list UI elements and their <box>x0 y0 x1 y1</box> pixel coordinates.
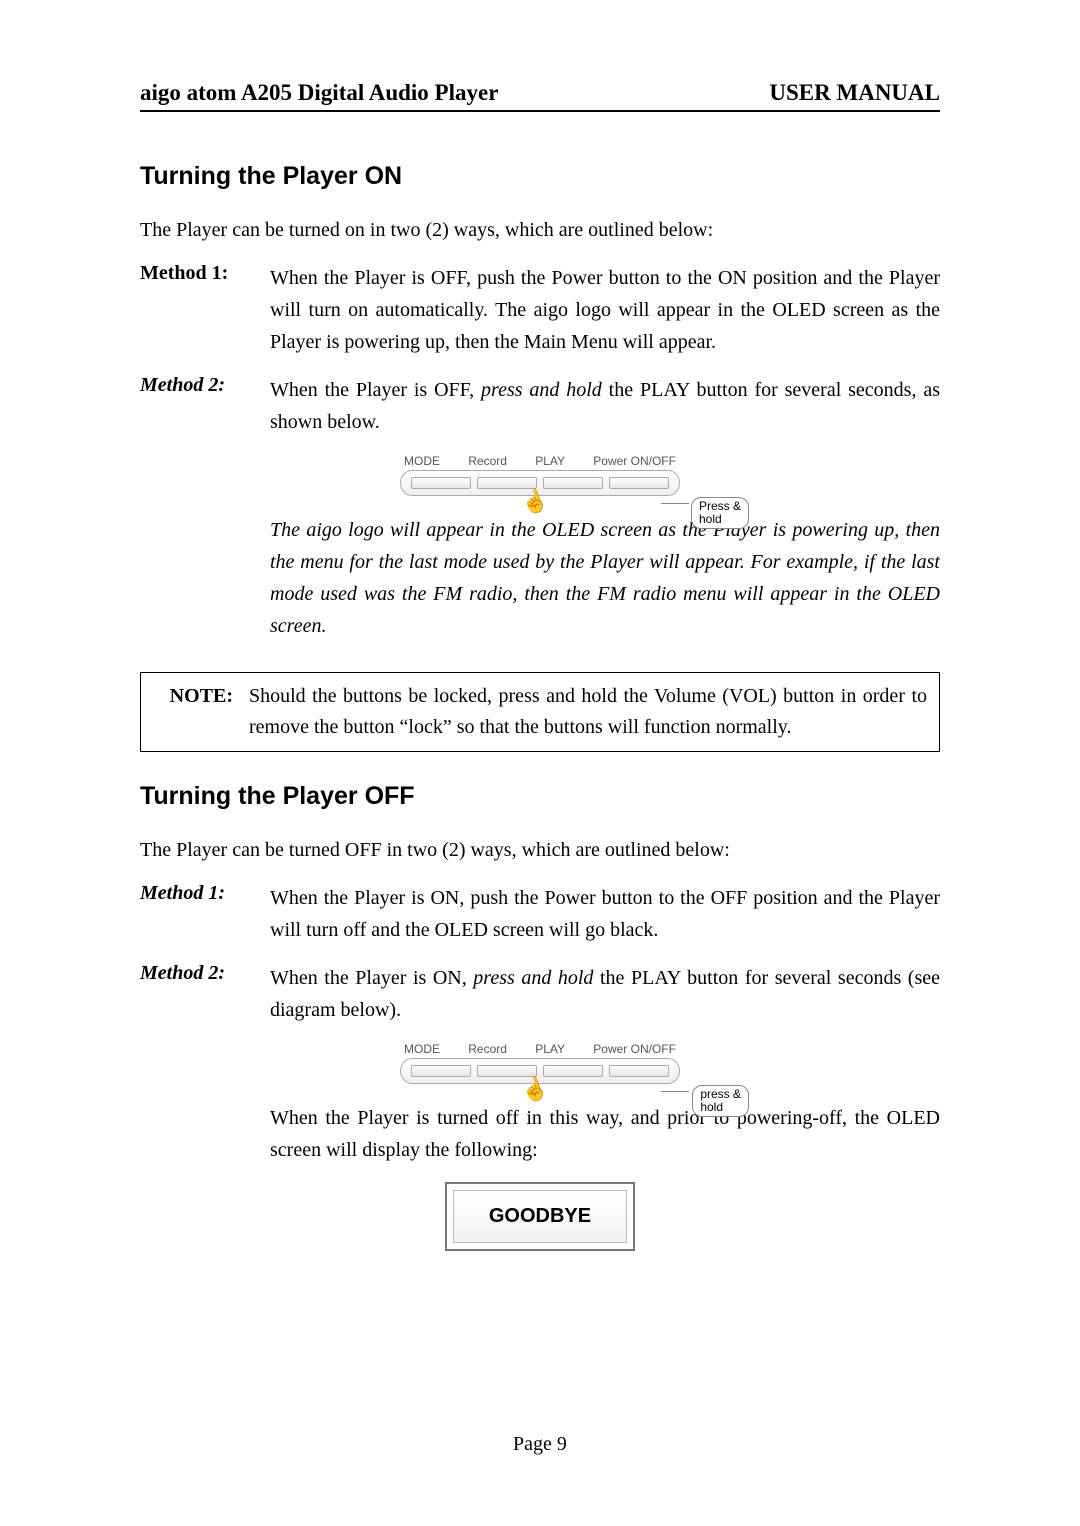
on-diagram-callout: Press & hold <box>691 497 749 529</box>
off-method-2-label: Method 2: <box>140 962 240 1026</box>
on-diagram-label-power: Power ON/OFF <box>593 454 676 468</box>
spacer <box>140 1102 240 1166</box>
section-off-intro: The Player can be turned OFF in two (2) … <box>140 839 940 862</box>
on-method-1: Method 1: When the Player is OFF, push t… <box>140 262 940 358</box>
page: aigo atom A205 Digital Audio Player USER… <box>0 0 1080 1526</box>
off-diagram-label-play: PLAY <box>535 1042 565 1056</box>
on-diagram-label-mode: MODE <box>404 454 440 468</box>
on-diagram-label-record: Record <box>468 454 507 468</box>
oled-screen-text: GOODBYE <box>453 1190 627 1243</box>
on-method-2: Method 2: When the Player is OFF, press … <box>140 374 940 438</box>
on-method-1-label: Method 1: <box>140 262 240 358</box>
off-method-1-label: Method 1: <box>140 882 240 946</box>
note-body: Should the buttons be locked, press and … <box>249 681 927 743</box>
diagram-button-segment <box>543 1065 603 1077</box>
oled-screen-box: GOODBYE <box>445 1182 635 1251</box>
off-diagram-labels: MODE Record PLAY Power ON/OFF <box>400 1042 680 1056</box>
off-after-diagram: When the Player is turned off in this wa… <box>270 1102 940 1166</box>
diagram-button-segment <box>411 477 471 489</box>
note-label: NOTE: <box>153 681 233 743</box>
header-right: USER MANUAL <box>769 80 940 106</box>
page-header: aigo atom A205 Digital Audio Player USER… <box>140 80 940 112</box>
on-method-2-em: press and hold <box>481 379 602 401</box>
on-diagram-label-play: PLAY <box>535 454 565 468</box>
off-method-2-em: press and hold <box>473 967 593 989</box>
diagram-button-segment <box>411 1065 471 1077</box>
off-method-1: Method 1: When the Player is ON, push th… <box>140 882 940 946</box>
off-method-2-pre: When the Player is ON, <box>270 967 473 989</box>
section-on-title: Turning the Player ON <box>140 162 940 191</box>
on-diagram-device: ☝ Press & hold <box>400 470 680 496</box>
on-italic-para: The aigo logo will appear in the OLED sc… <box>140 514 940 642</box>
off-after-diagram-row: When the Player is turned off in this wa… <box>140 1102 940 1166</box>
callout-line <box>661 1091 689 1092</box>
on-method-2-pre: When the Player is OFF, <box>270 379 481 401</box>
note-box: NOTE: Should the buttons be locked, pres… <box>140 672 940 752</box>
diagram-button-segment <box>609 477 669 489</box>
off-diagram-device: ☝ press & hold <box>400 1058 680 1084</box>
diagram-button-segment <box>543 477 603 489</box>
diagram-button-segment <box>477 477 537 489</box>
callout-line <box>661 503 689 504</box>
diagram-button-segment <box>477 1065 537 1077</box>
off-method-1-body: When the Player is ON, push the Power bu… <box>270 882 940 946</box>
header-left: aigo atom A205 Digital Audio Player <box>140 80 498 106</box>
off-diagram: MODE Record PLAY Power ON/OFF ☝ press & … <box>400 1042 680 1084</box>
section-off-title: Turning the Player OFF <box>140 782 940 811</box>
off-diagram-callout: press & hold <box>692 1085 749 1117</box>
off-method-2-body: When the Player is ON, press and hold th… <box>270 962 940 1026</box>
on-method-2-body: When the Player is OFF, press and hold t… <box>270 374 940 438</box>
section-on-intro: The Player can be turned on in two (2) w… <box>140 219 940 242</box>
on-diagram: MODE Record PLAY Power ON/OFF ☝ Press & … <box>400 454 680 496</box>
on-method-1-body: When the Player is OFF, push the Power b… <box>270 262 940 358</box>
diagram-button-segment <box>609 1065 669 1077</box>
on-method-2-label: Method 2: <box>140 374 240 438</box>
off-diagram-label-power: Power ON/OFF <box>593 1042 676 1056</box>
off-diagram-label-record: Record <box>468 1042 507 1056</box>
off-method-2: Method 2: When the Player is ON, press a… <box>140 962 940 1026</box>
page-footer: Page 9 <box>0 1433 1080 1456</box>
off-diagram-label-mode: MODE <box>404 1042 440 1056</box>
on-diagram-labels: MODE Record PLAY Power ON/OFF <box>400 454 680 468</box>
